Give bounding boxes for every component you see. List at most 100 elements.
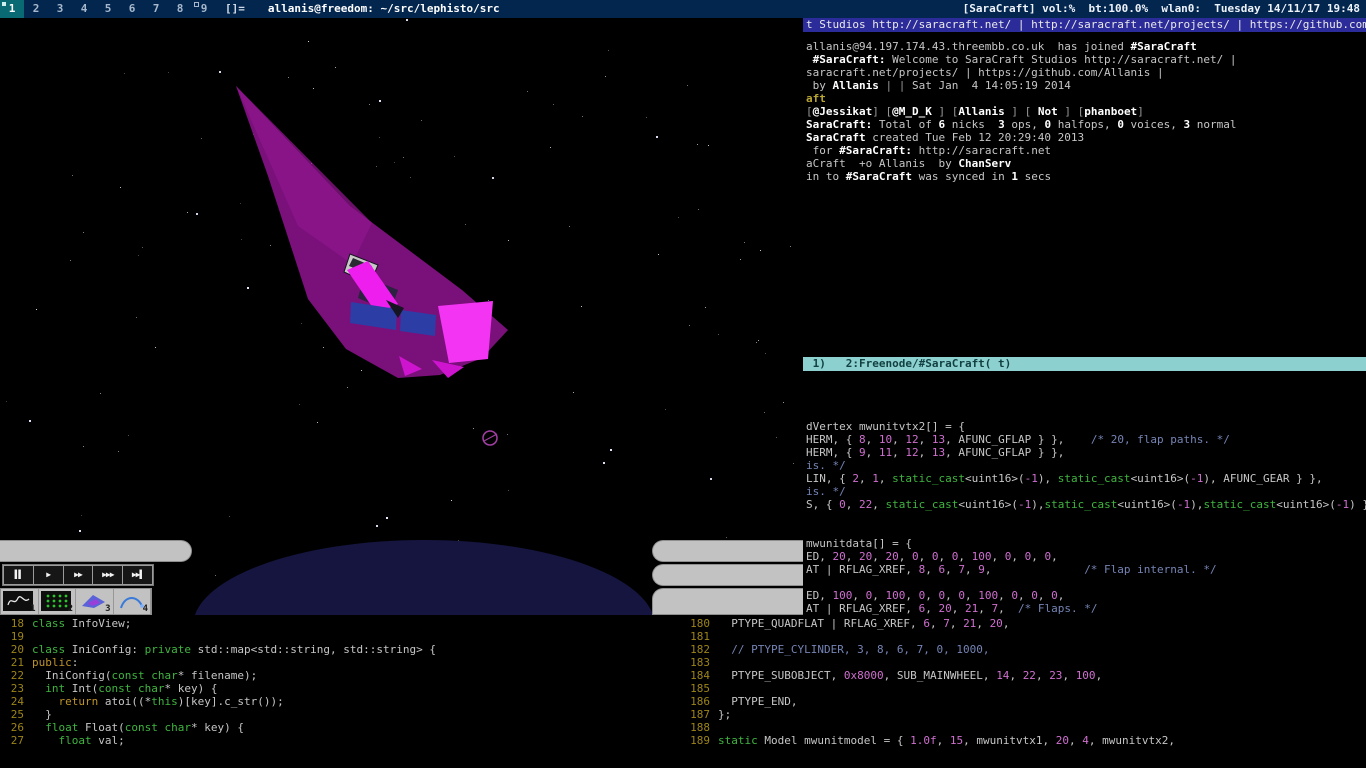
irc-topic-bar: t Studios http://saracraft.net/ | http:/… bbox=[803, 18, 1366, 32]
squiggle-icon bbox=[3, 591, 33, 611]
ship-icon bbox=[78, 591, 108, 611]
code-line: is. */ bbox=[806, 459, 1366, 472]
code-line: is. */ bbox=[806, 485, 1366, 498]
hud-bar-bottom-right bbox=[652, 588, 803, 615]
code-line: 181 bbox=[690, 630, 1366, 643]
focused-window-title: allanis@freedom: ~/src/lephisto/src bbox=[254, 0, 514, 18]
dot-grid-icon bbox=[41, 591, 71, 611]
irc-line: allanis@94.197.174.43.threembb.co.uk has… bbox=[806, 40, 1366, 53]
code-line: ED, 100, 0, 100, 0, 0, 0, 100, 0, 0, 0, bbox=[806, 589, 1366, 602]
code-line bbox=[806, 576, 1366, 589]
irc-line: for #SaraCraft: http://saracraft.net bbox=[806, 144, 1366, 157]
tag-6[interactable]: 6 bbox=[120, 0, 144, 18]
code-line bbox=[806, 407, 1366, 420]
view-toolbar: 1 2 3 4 bbox=[0, 588, 152, 615]
code-line: 21public: bbox=[4, 656, 686, 669]
toolbar-key-label: 3 bbox=[105, 604, 110, 614]
irc-line: SaraCraft: Total of 6 nicks 3 ops, 0 hal… bbox=[806, 118, 1366, 131]
vim-models-window[interactable]: 180 PTYPE_QUADFLAT | RFLAG_XREF, 6, 7, 2… bbox=[686, 615, 1366, 760]
faster-forward-button[interactable]: ▶▶▶ bbox=[93, 566, 122, 584]
irc-line: in to #SaraCraft was synced in 1 secs bbox=[806, 170, 1366, 183]
orbit-arc-icon bbox=[116, 591, 146, 611]
hud-bar-top-left bbox=[0, 540, 192, 562]
tag-1[interactable]: 1 bbox=[0, 0, 24, 18]
tag-5[interactable]: 5 bbox=[96, 0, 120, 18]
code-line: HERM, { 9, 11, 12, 13, AFUNC_GFLAP } }, bbox=[806, 446, 1366, 459]
code-line: 189static Model mwunitmodel = { 1.0f, 15… bbox=[690, 734, 1366, 747]
play-button[interactable]: ▶ bbox=[34, 566, 63, 584]
max-speed-button[interactable]: ▶▶▌ bbox=[123, 566, 152, 584]
layout-symbol[interactable]: []= bbox=[216, 0, 254, 18]
vim-l3d-window[interactable]: 18class InfoView;19 20class IniConfig: p… bbox=[0, 615, 686, 760]
code-line: 186 PTYPE_END, bbox=[690, 695, 1366, 708]
code-line: ED, 20, 20, 20, 0, 0, 0, 100, 0, 0, 0, bbox=[806, 550, 1366, 563]
tag-4[interactable]: 4 bbox=[72, 0, 96, 18]
code-line: HERM, { 8, 10, 12, 13, AFUNC_GFLAP } }, … bbox=[806, 433, 1366, 446]
vim-buffer[interactable]: 18class InfoView;19 20class IniConfig: p… bbox=[0, 615, 686, 747]
comms-view-button[interactable]: 1 bbox=[1, 589, 39, 614]
code-line: mwunitdata[] = { bbox=[806, 537, 1366, 550]
vim-models-clipped-region[interactable]: dVertex mwunitvtx2[] = {HERM, { 8, 10, 1… bbox=[803, 390, 1366, 615]
irc-scrollback: allanis@94.197.174.43.threembb.co.uk has… bbox=[803, 32, 1366, 183]
fast-forward-button[interactable]: ▶▶ bbox=[64, 566, 93, 584]
ship-view-button[interactable]: 3 bbox=[76, 589, 114, 614]
game-viewport[interactable]: ▌▌ ▶ ▶▶ ▶▶▶ ▶▶▌ 1 2 bbox=[0, 18, 803, 615]
irssi-window[interactable]: t Studios http://saracraft.net/ | http:/… bbox=[803, 18, 1366, 390]
code-line: AT | RFLAG_XREF, 6, 20, 21, 7, /* Flaps.… bbox=[806, 602, 1366, 615]
tag-8[interactable]: 8 bbox=[168, 0, 192, 18]
tag-indicator bbox=[194, 2, 199, 7]
irc-line: #SaraCraft: Welcome to SaraCraft Studios… bbox=[806, 53, 1366, 66]
tag-indicator bbox=[2, 2, 6, 6]
irc-line: [@Jessikat] [@M_D_K ] [Allanis ] [ Not ]… bbox=[806, 105, 1366, 118]
code-line: 19 bbox=[4, 630, 686, 643]
code-line: dVertex mwunitvtx2[] = { bbox=[806, 420, 1366, 433]
vim-statusline: "sbre/models.cpp" [dos] 1267L, 48786C wr… bbox=[686, 747, 1366, 760]
tag-3[interactable]: 3 bbox=[48, 0, 72, 18]
tag-9[interactable]: 9 bbox=[192, 0, 216, 18]
vim-statusline: "l3d.h" 103L, 3295C 1,1 Top bbox=[0, 747, 686, 760]
code-line: 187}; bbox=[690, 708, 1366, 721]
code-line: 180 PTYPE_QUADFLAT | RFLAG_XREF, 6, 7, 2… bbox=[690, 617, 1366, 630]
tag-2[interactable]: 2 bbox=[24, 0, 48, 18]
vim-buffer[interactable]: 180 PTYPE_QUADFLAT | RFLAG_XREF, 6, 7, 2… bbox=[686, 615, 1366, 747]
code-line: 26 float Float(const char* key) { bbox=[4, 721, 686, 734]
code-line: 18class InfoView; bbox=[4, 617, 686, 630]
code-line: 184 PTYPE_SUBOBJECT, 0x8000, SUB_MAINWHE… bbox=[690, 669, 1366, 682]
ship-canvas bbox=[0, 18, 803, 615]
irc-line: aft bbox=[806, 92, 1366, 105]
code-line: 185 bbox=[690, 682, 1366, 695]
pause-button[interactable]: ▌▌ bbox=[4, 566, 33, 584]
irc-line: by Allanis | | Sat Jan 4 14:05:19 2014 bbox=[806, 79, 1366, 92]
irc-input-line[interactable] bbox=[803, 371, 1366, 390]
code-line: 27 float val; bbox=[4, 734, 686, 747]
irc-line: aCraft +o Allanis by ChanServ bbox=[806, 157, 1366, 170]
irc-line: SaraCraft created Tue Feb 12 20:29:40 20… bbox=[806, 131, 1366, 144]
toolbar-key-label: 2 bbox=[68, 604, 73, 614]
orbit-view-button[interactable]: 4 bbox=[114, 589, 152, 614]
code-line bbox=[806, 524, 1366, 537]
code-line: 24 return atoi((*this)[key].c_str()); bbox=[4, 695, 686, 708]
code-line: 23 int Int(const char* key) { bbox=[4, 682, 686, 695]
tag-label: 9 bbox=[201, 2, 208, 15]
code-line: S, { 0, 22, static_cast<uint16>(-1),stat… bbox=[806, 498, 1366, 511]
code-line bbox=[806, 511, 1366, 524]
code-line: 20class IniConfig: private std::map<std:… bbox=[4, 643, 686, 656]
irc-line: saracraft.net/projects/ | https://github… bbox=[806, 66, 1366, 79]
code-line: 25 } bbox=[4, 708, 686, 721]
tag-label: 1 bbox=[9, 2, 16, 15]
code-line: LIN, { 2, 1, static_cast<uint16>(-1), st… bbox=[806, 472, 1366, 485]
toolbar-key-label: 1 bbox=[30, 604, 35, 614]
code-line: AT | RFLAG_XREF, 8, 6, 7, 9, /* Flap int… bbox=[806, 563, 1366, 576]
code-line: 183 bbox=[690, 656, 1366, 669]
irc-statusbar: 1) 2:Freenode/#SaraCraft( t) bbox=[803, 357, 1366, 371]
code-line bbox=[806, 394, 1366, 407]
toolbar-key-label: 4 bbox=[143, 604, 148, 614]
dwm-bar: 1 2 3 4 5 6 7 8 9 []= allanis@freedom: ~… bbox=[0, 0, 1366, 18]
code-line: 22 IniConfig(const char* filename); bbox=[4, 669, 686, 682]
target-ring-slash bbox=[484, 434, 497, 441]
hud-bar-mid-right bbox=[652, 564, 803, 586]
map-view-button[interactable]: 2 bbox=[39, 589, 77, 614]
status-text: [SaraCraft] vol:% bt:100.0% wlan0: Tuesd… bbox=[957, 0, 1366, 18]
hud-bar-top-right bbox=[652, 540, 803, 562]
tag-7[interactable]: 7 bbox=[144, 0, 168, 18]
